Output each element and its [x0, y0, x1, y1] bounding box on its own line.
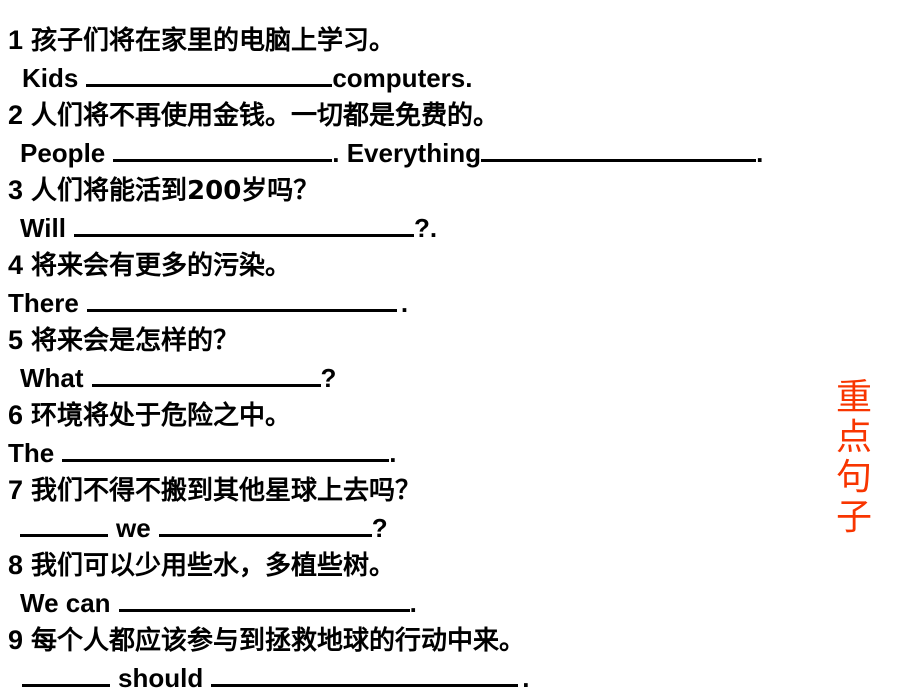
exercise-item-2: 2 人们将不再使用金钱。一切都是免费的。 People . Everything …: [8, 97, 908, 172]
chinese-text-2: 人们将不再使用金钱。一切都是免费的。: [31, 101, 500, 131]
lead-word-8: We can: [20, 588, 111, 618]
item-number-4: 4: [8, 250, 24, 280]
exercise-item-3: 3 人们将能活到200岁吗？ Will ?.: [8, 172, 908, 247]
english-answer-8: We can .: [8, 584, 908, 622]
answer-blank-5a[interactable]: [91, 362, 321, 387]
chinese-prompt-4: 4 将来会有更多的污染。: [8, 247, 908, 284]
lead-word-9: should: [118, 663, 204, 693]
chinese-text-4: 将来会有更多的污染。: [31, 251, 292, 281]
answer-blank-1a[interactable]: [86, 62, 333, 87]
chinese-text-6: 环境将处于危险之中。: [31, 401, 292, 431]
answer-blank-3a[interactable]: [73, 212, 414, 237]
exercise-item-8: 8 我们可以少用些水，多植些树。 We can .: [8, 547, 908, 622]
chinese-prompt-5: 5 将来会是怎样的？: [8, 322, 908, 359]
english-answer-5: What ?: [8, 359, 908, 397]
lead-word-1: Kids: [22, 63, 79, 93]
exercise-item-4: 4 将来会有更多的污染。 There .: [8, 247, 908, 322]
english-answer-7: we ?: [8, 509, 908, 547]
english-answer-9: should .: [8, 659, 908, 697]
chinese-prompt-1: 1 孩子们将在家里的电脑上学习。: [8, 22, 908, 59]
chinese-prompt-3: 3 人们将能活到200岁吗？: [8, 172, 908, 209]
english-answer-4: There .: [8, 284, 908, 322]
english-answer-3: Will ?.: [8, 209, 908, 247]
lead-word-6: The: [8, 438, 55, 468]
tail-text-2: .: [756, 138, 764, 168]
answer-blank-2a[interactable]: [113, 137, 333, 162]
mid-text-2: . Everything: [332, 138, 482, 168]
answer-blank-4a[interactable]: [86, 287, 397, 312]
answer-blank-7a[interactable]: [158, 512, 372, 537]
item-number-3: 3: [8, 175, 24, 205]
exercise-item-9: 9 每个人都应该参与到拯救地球的行动中来。 should .: [8, 622, 908, 697]
chinese-prompt-2: 2 人们将不再使用金钱。一切都是免费的。: [8, 97, 908, 134]
tail-text-9: .: [522, 663, 530, 693]
answer-blank-9-lead[interactable]: [22, 662, 110, 687]
english-answer-6: The .: [8, 434, 908, 472]
chinese-prompt-9: 9 每个人都应该参与到拯救地球的行动中来。: [8, 622, 908, 659]
lead-word-2: People: [20, 138, 106, 168]
item-number-8: 8: [8, 550, 24, 580]
chinese-text-7: 我们不得不搬到其他星球上去吗？: [31, 476, 422, 506]
item-number-6: 6: [8, 400, 24, 430]
item-number-2: 2: [8, 100, 24, 130]
tail-text-4: .: [400, 288, 409, 318]
chinese-text-8: 我们可以少用些水，多植些树。: [31, 551, 396, 581]
exercise-item-7: 7 我们不得不搬到其他星球上去吗？ we ?: [8, 472, 908, 547]
chinese-prompt-7: 7 我们不得不搬到其他星球上去吗？: [8, 472, 908, 509]
answer-blank-9a[interactable]: [211, 662, 519, 687]
chinese-text-3: 人们将能活到200岁吗？: [31, 176, 320, 206]
vertical-heading-char-2: 点: [835, 417, 872, 458]
vertical-heading-char-4: 子: [835, 497, 872, 538]
english-answer-2: People . Everything .: [8, 134, 908, 172]
chinese-prompt-6: 6 环境将处于危险之中。: [8, 397, 908, 434]
tail-text-7: ?: [371, 513, 388, 543]
chinese-text-5: 将来会是怎样的？: [31, 326, 240, 356]
tail-text-3: ?.: [413, 213, 438, 243]
answer-blank-8a[interactable]: [118, 587, 410, 612]
tail-text-1: computers.: [332, 63, 473, 93]
lead-word-4: There: [8, 288, 79, 318]
lead-word-3: Will: [20, 213, 66, 243]
lead-word-5: What: [20, 363, 84, 393]
answer-blank-2b[interactable]: [481, 137, 757, 162]
chinese-prompt-8: 8 我们可以少用些水，多植些树。: [8, 547, 908, 584]
chinese-text-9: 每个人都应该参与到拯救地球的行动中来。: [31, 626, 526, 656]
exercise-item-1: 1 孩子们将在家里的电脑上学习。 Kids computers.: [8, 22, 908, 97]
answer-blank-7-lead[interactable]: [20, 512, 108, 537]
english-answer-1: Kids computers.: [8, 59, 908, 97]
answer-blank-6a[interactable]: [62, 437, 390, 462]
tail-text-6: .: [389, 438, 397, 468]
exercise-list: 1 孩子们将在家里的电脑上学习。 Kids computers. 2 人们将不再使用…: [8, 22, 908, 697]
tail-text-8: .: [409, 588, 417, 618]
tail-text-5: ?: [320, 363, 337, 393]
exercise-item-5: 5 将来会是怎样的？ What ?: [8, 322, 908, 397]
lead-word-7: we: [116, 513, 151, 543]
item-number-5: 5: [8, 325, 24, 355]
item-number-9: 9: [8, 625, 24, 655]
item-number-1: 1: [8, 25, 24, 55]
slide-canvas: 1 孩子们将在家里的电脑上学习。 Kids computers. 2 人们将不再使用…: [0, 0, 920, 693]
item-number-7: 7: [8, 475, 24, 505]
vertical-heading-char-1: 重: [835, 377, 872, 418]
exercise-item-6: 6 环境将处于危险之中。 The .: [8, 397, 908, 472]
key-sentences-vertical-heading: 重 点 句 子: [833, 378, 875, 538]
vertical-heading-char-3: 句: [835, 457, 872, 498]
chinese-text-1: 孩子们将在家里的电脑上学习。: [31, 26, 396, 56]
